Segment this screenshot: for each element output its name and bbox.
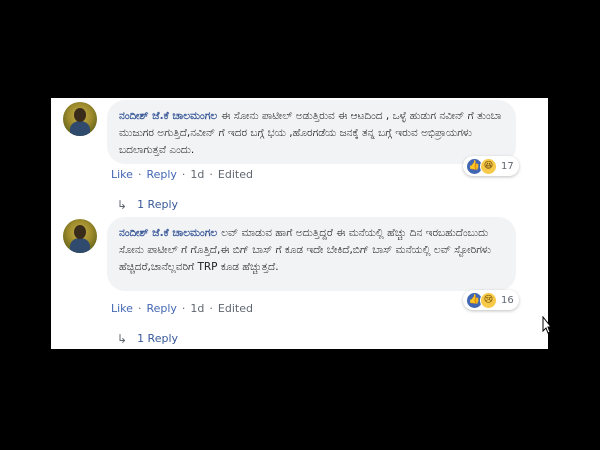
- reaction-count: 16: [501, 294, 514, 306]
- avatar-face: [74, 225, 86, 239]
- comment-author[interactable]: ನಂದೀಶ್ ಜೆ.ಕೆ ಚಾಲಮಂಗಲ: [119, 110, 217, 122]
- reactions-badge[interactable]: 👍 😆 17: [463, 156, 519, 176]
- comment-actions: Like · Reply · 1d · Edited: [111, 168, 253, 181]
- comment-actions: Like · Reply · 1d · Edited: [111, 302, 253, 315]
- edited-label[interactable]: Edited: [218, 168, 253, 181]
- replies-count: 1 Reply: [137, 197, 179, 211]
- separator: ·: [181, 302, 186, 315]
- like-link[interactable]: Like: [111, 302, 133, 315]
- comment-bubble: ನಂದೀಶ್ ಜೆ.ಕೆ ಚಾಲಮಂಗಲ ಈ ಸೋನು ಪಾಟೀಲ್ ಅಡುತ್ತ…: [107, 100, 516, 164]
- replies-count: 1 Reply: [137, 331, 179, 345]
- haha-icon: 😆: [480, 157, 497, 175]
- separator: ·: [209, 168, 213, 181]
- comment-author[interactable]: ನಂದೀಶ್ ಜೆ.ಕೆ ಚಾಲಮಂಗಲ: [119, 227, 217, 239]
- separator: ·: [181, 168, 186, 181]
- reply-arrow-icon: ↱: [117, 197, 128, 211]
- avatar-shirt: [70, 238, 90, 253]
- reply-link[interactable]: Reply: [146, 168, 176, 181]
- avatar-face: [74, 108, 86, 122]
- edited-label[interactable]: Edited: [218, 302, 253, 315]
- comment-bubble: ನಂದೀಶ್ ಜೆ.ಕೆ ಚಾಲಮಂಗಲ ಲವ್ ಮಾಡುವ ಹಾಗೆ ಅದುತ್…: [107, 217, 516, 291]
- view-replies-link[interactable]: ↱ 1 Reply: [117, 197, 178, 211]
- view-replies-link[interactable]: ↱ 1 Reply: [117, 331, 178, 345]
- mouse-cursor-icon: [542, 316, 552, 334]
- reaction-count: 17: [501, 160, 514, 172]
- sad-icon: 😢: [480, 291, 497, 309]
- comments-panel: ನಂದೀಶ್ ಜೆ.ಕೆ ಚಾಲಮಂಗಲ ಈ ಸೋನು ಪಾಟೀಲ್ ಅಡುತ್ತ…: [51, 98, 548, 349]
- reply-link[interactable]: Reply: [146, 302, 176, 315]
- avatar-shirt: [70, 121, 90, 136]
- separator: ·: [137, 168, 142, 181]
- separator: ·: [137, 302, 142, 315]
- reactions-badge[interactable]: 👍 😢 16: [463, 290, 519, 310]
- avatar[interactable]: [63, 219, 97, 253]
- like-link[interactable]: Like: [111, 168, 133, 181]
- timestamp[interactable]: 1d: [190, 302, 204, 315]
- avatar[interactable]: [63, 102, 97, 136]
- separator: ·: [209, 302, 213, 315]
- reply-arrow-icon: ↱: [117, 331, 128, 345]
- timestamp[interactable]: 1d: [190, 168, 204, 181]
